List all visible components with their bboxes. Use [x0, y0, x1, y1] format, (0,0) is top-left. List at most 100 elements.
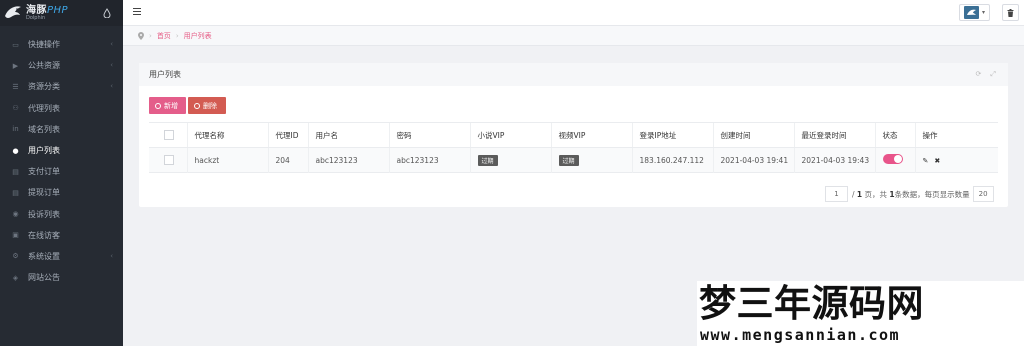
close-circle-icon [194, 102, 200, 109]
chevron-left-icon: ‹ [110, 251, 113, 260]
column-header[interactable]: 密码 [388, 122, 470, 148]
row-select-cell [149, 148, 187, 173]
topbar: ▾ [123, 0, 1024, 26]
row-checkbox[interactable] [164, 155, 174, 165]
megaphone-icon: ◈ [12, 273, 19, 282]
status-toggle[interactable] [882, 154, 903, 164]
agent-id-cell: 204 [267, 147, 308, 173]
refresh-icon[interactable]: ⟳ [976, 70, 982, 79]
sidebar-item[interactable]: ◈ 网站公告 [0, 267, 123, 288]
sidebar-item-label: 域名列表 [28, 124, 60, 134]
column-header[interactable]: 代理名称 [186, 122, 268, 148]
clear-cache-button[interactable] [1002, 4, 1019, 21]
list-icon: ☰ [12, 82, 19, 91]
sidebar-item-label: 网站公告 [28, 273, 60, 283]
status-badge: 过期 [558, 154, 579, 166]
column-header[interactable]: 最近登录时间 [793, 122, 875, 148]
sidebar-item-label: 代理列表 [28, 103, 60, 113]
map-marker-icon [138, 31, 144, 40]
add-button[interactable]: 新增 [149, 97, 186, 114]
toolbar: 新增 删除 [149, 97, 226, 114]
sidebar-item-label: 资源分类 [28, 82, 60, 92]
brand[interactable]: 海豚PHP Dolphin [0, 0, 123, 26]
column-header[interactable]: 视频VIP [550, 122, 632, 148]
sidebar-item[interactable]: ▭ 快捷操作 ‹ [0, 34, 123, 55]
breadcrumb-separator: › [175, 31, 179, 40]
column-header[interactable]: 用户名 [307, 122, 389, 148]
linkedin-icon: in [12, 125, 19, 134]
delete-icon[interactable]: ✖ [934, 157, 940, 165]
novel-vip-cell: 过期 [469, 147, 551, 173]
sidebar-item[interactable]: ☰ 资源分类 ‹ [0, 76, 123, 97]
sidebar-item[interactable]: ◉ 投诉列表 [0, 204, 123, 225]
sidebar-item[interactable]: ▣ 在线访客 [0, 225, 123, 246]
user-menu-button[interactable]: ▾ [959, 4, 990, 21]
breadcrumb: › 首页 › 用户列表 [123, 26, 1024, 46]
menu-toggle-icon[interactable] [133, 8, 141, 16]
column-header[interactable]: 创建时间 [712, 122, 794, 148]
trash-icon [1007, 8, 1014, 17]
user-icon: ● [12, 146, 19, 155]
select-all-checkbox[interactable] [164, 130, 174, 140]
sidebar-item[interactable]: ⚙ 系统设置 ‹ [0, 246, 123, 267]
pagination: 1 / 1 页，共 1 条数据，每页显示数量 20 [825, 186, 994, 202]
login-ip-cell: 183.160.247.112 [631, 147, 713, 173]
user-list-panel: 用户列表 ⟳ ⤢ 新增 删除 代理名称 代理ID 用户名 密码 小说VIP 视频VIP 登录… [139, 63, 1008, 207]
column-header[interactable]: 状态 [874, 122, 915, 148]
sidebar-item[interactable]: ▶ 公共资源 ‹ [0, 55, 123, 76]
delete-button[interactable]: 删除 [188, 97, 226, 114]
page-size-input[interactable]: 20 [972, 186, 994, 202]
dolphin-logo-icon [5, 6, 21, 18]
caret-down-icon: ▾ [981, 9, 985, 16]
sidebar-item[interactable]: ▤ 提现订单 [0, 182, 123, 203]
sidebar-item[interactable]: ⚇ 代理列表 [0, 98, 123, 119]
sidebar-item[interactable]: ● 用户列表 [0, 140, 123, 161]
users-icon: ⚇ [12, 104, 19, 113]
theme-drop-icon[interactable] [103, 8, 111, 18]
panel-title: 用户列表 [149, 70, 181, 79]
column-header[interactable]: 登录IP地址 [631, 122, 713, 148]
video-icon: ▶ [12, 61, 19, 70]
sidebar-item-label: 系统设置 [28, 251, 60, 261]
receipt-icon: ▤ [12, 167, 19, 176]
sidebar-item-label: 公共资源 [28, 61, 60, 71]
sidebar-item[interactable]: in 域名列表 [0, 119, 123, 140]
status-cell [874, 147, 915, 173]
password-cell: abc123123 [388, 147, 470, 173]
breadcrumb-current[interactable]: 用户列表 [184, 31, 212, 41]
sidebar-item[interactable]: ▤ 支付订单 [0, 161, 123, 182]
column-header[interactable]: 代理ID [267, 122, 308, 148]
brand-name: 海豚PHP [26, 4, 69, 16]
breadcrumb-separator: › [149, 31, 152, 40]
agent-name-cell: hackzt [186, 147, 268, 173]
chevron-left-icon: ‹ [110, 82, 113, 91]
page-number-input[interactable]: 1 [825, 186, 848, 202]
status-badge: 过期 [477, 154, 498, 166]
username-cell: abc123123 [307, 147, 389, 173]
sidebar-item-label: 用户列表 [28, 146, 60, 156]
edit-icon[interactable]: ✎ [923, 157, 929, 165]
watermark-title: 梦三年源码网 [699, 281, 924, 325]
watermark-url: www.mengsannian.com [700, 326, 901, 344]
sidebar-item-label: 支付订单 [28, 167, 60, 177]
folder-open-icon: ▭ [12, 40, 19, 49]
table-row[interactable]: hackzt 204 abc123123 abc123123 过期 过期 183.160.2… [149, 147, 998, 173]
column-header[interactable]: 小说VIP [469, 122, 551, 148]
column-header[interactable]: 操作 [914, 122, 998, 148]
gear-icon: ⚙ [12, 252, 19, 261]
avatar [963, 6, 979, 19]
fullscreen-icon[interactable]: ⤢ [990, 70, 996, 79]
dolphin-avatar-icon [966, 9, 976, 15]
breadcrumb-home[interactable]: 首页 [157, 31, 171, 41]
created-cell: 2021-04-03 19:41 [712, 147, 794, 173]
sidebar-item-label: 投诉列表 [28, 209, 60, 219]
sidebar-item-label: 快捷操作 [28, 40, 60, 50]
table-header-row: 代理名称 代理ID 用户名 密码 小说VIP 视频VIP 登录IP地址 创建时间 最近登录时间状… [149, 122, 998, 148]
actions-cell: ✎ ✖ [914, 147, 998, 173]
chevron-left-icon: ‹ [110, 61, 113, 70]
receipt-icon: ▤ [12, 188, 19, 197]
alert-circle-icon: ◉ [12, 210, 19, 219]
brand-subtitle: Dolphin [26, 14, 46, 21]
chevron-left-icon: ‹ [110, 40, 113, 48]
panel-header: 用户列表 ⟳ ⤢ [139, 63, 1008, 86]
